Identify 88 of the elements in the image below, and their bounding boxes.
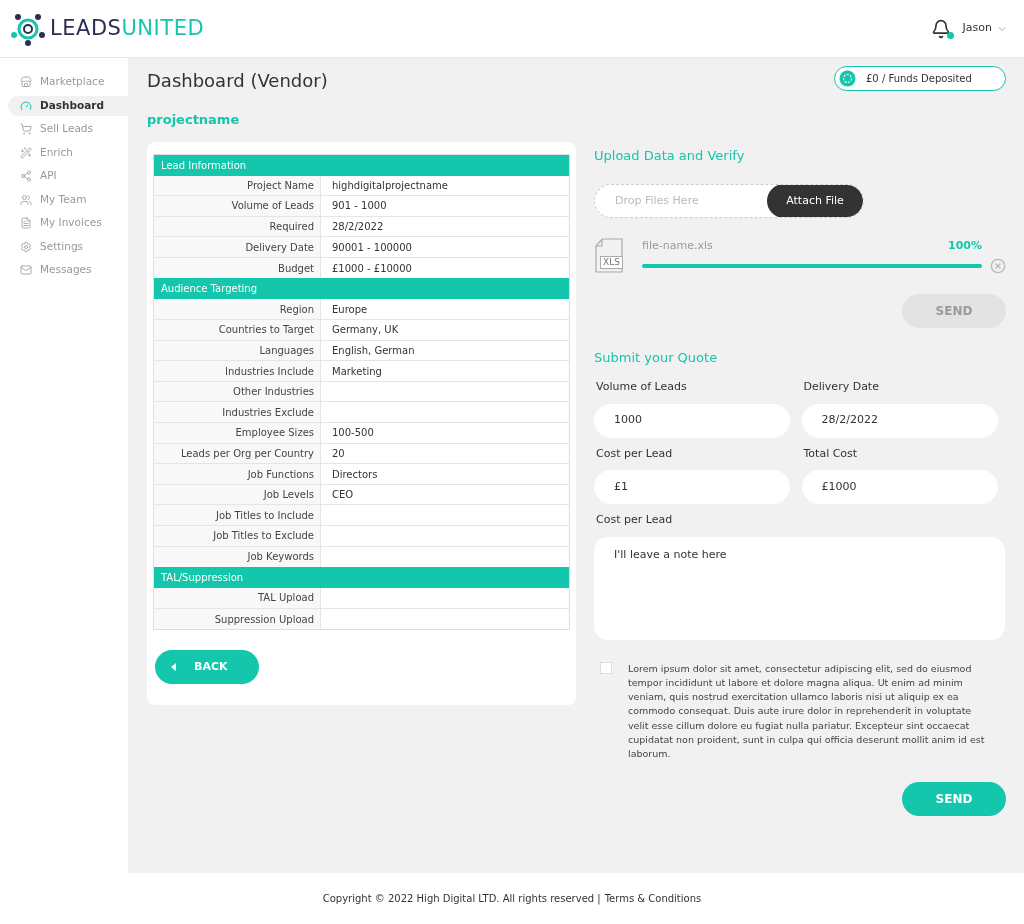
notification-bell-icon[interactable] (930, 18, 951, 39)
drop-files-field[interactable]: Drop Files Here Attach File (594, 184, 864, 218)
field-label: Job Titles to Exclude (154, 526, 321, 546)
left-triangle-icon (171, 663, 176, 672)
field-label: Leads per Org per Country (154, 443, 321, 464)
field-label: Suppression Upload (154, 608, 321, 630)
send-button[interactable]: SEND (902, 781, 1006, 816)
note-field[interactable]: I'll leave a note here (594, 536, 1005, 640)
field-label: Delivery Date (154, 237, 321, 257)
field-value: Directors (331, 467, 379, 482)
store-icon (20, 76, 32, 88)
field-label: Region (154, 299, 321, 320)
field-value: highdigitalprojectname (331, 178, 449, 193)
field-label: Required (154, 216, 321, 237)
field-label: Job Keywords (154, 546, 321, 568)
file-icon (594, 238, 624, 273)
sidebar-item[interactable]: API (8, 166, 128, 186)
funds-text: £0 / Funds Deposited (866, 72, 972, 86)
field-value: 100-500 (331, 426, 375, 441)
field-value: Europe (331, 302, 369, 317)
share-icon (20, 170, 32, 182)
field-label: Job Functions (154, 464, 321, 484)
field-label: Job Levels (154, 484, 321, 505)
field-label: Volume of Leads (595, 379, 688, 395)
gauge-icon (20, 99, 32, 112)
upload-title: Upload Data and Verify (594, 146, 746, 165)
field-label: TAL Upload (154, 588, 321, 608)
field-label: Budget (154, 257, 321, 279)
file-type-label: XLS (600, 256, 623, 269)
attach-file-button[interactable]: Attach File (767, 185, 863, 217)
field-label: Languages (154, 340, 321, 361)
quote-title: Submit your Quote (594, 348, 719, 367)
back-button[interactable]: BACK (155, 650, 259, 685)
field-value: 20 (331, 446, 346, 461)
cart-icon (20, 123, 32, 135)
field-label: Project Name (154, 175, 321, 196)
field-value: CEO (331, 488, 355, 503)
field-label: Industries Exclude (154, 402, 321, 423)
field-label: Cost per Lead (595, 512, 674, 528)
field-value: Marketing (331, 364, 383, 379)
field-value: English, German (331, 343, 416, 358)
sidebar-item[interactable]: Messages (8, 260, 128, 280)
document-icon (20, 217, 32, 229)
field-label: Delivery Date (802, 379, 880, 395)
copyright-text: Copyright © 2022 High Digital LTD. All rights reserved | (322, 892, 601, 906)
field-value: 901 - 1000 (331, 199, 388, 214)
section-header: Audience Targeting (154, 278, 569, 300)
terms-text: Lorem ipsum dolor sit amet, consectetur adipiscing elit, sed do eiusmod tempor incididunt ut labore et dolore magna aliqua. Ut enim ad minim veniam, quis nostrud exercitation ullamco laboris nisi ut aliquip ex ea commodo consequat. Duis aute irure dolor in reprehenderit in voluptate velit esse cillum dolore eu fugiat nulla pariatur. Excepteur sint occaecat cupidatat non proident, sunt in culpa qui officia deserunt mollit anim id est laborum. (628, 661, 986, 762)
field-label: Employee Sizes (154, 423, 321, 443)
field-value: 28/2/2022 (331, 220, 385, 234)
upload-percent: 100% (948, 238, 982, 254)
input-field[interactable]: £1000 (801, 470, 998, 504)
section-header: Lead Information (154, 154, 569, 176)
project-name: projectname (147, 111, 241, 129)
field-label: Countries to Target (154, 320, 321, 340)
user-menu[interactable]: Jason (962, 20, 1008, 37)
input-field[interactable]: 28/2/2022 (801, 403, 998, 438)
sidebar-item[interactable]: My Team (8, 189, 128, 210)
sidebar-item[interactable]: Settings (8, 236, 128, 257)
sidebar-item[interactable]: Enrich (8, 142, 128, 163)
field-value: £1000 - £10000 (331, 261, 413, 276)
terms-link[interactable]: Terms & Conditions (604, 891, 702, 906)
field-label: Industries Include (154, 361, 321, 381)
field-value: Germany, UK (331, 323, 400, 338)
terms-checkbox[interactable] (600, 661, 612, 674)
field-label: Cost per Lead (595, 445, 674, 462)
drop-files-placeholder: Drop Files Here (614, 192, 700, 209)
wand-icon (20, 146, 32, 159)
field-value: 90001 - 100000 (331, 240, 413, 255)
field-label: Job Titles to Include (154, 505, 321, 525)
sidebar-item[interactable]: Marketplace (8, 72, 128, 92)
close-icon[interactable] (990, 257, 1006, 274)
input-field[interactable]: 1000 (594, 403, 790, 438)
field-label: Volume of Leads (154, 196, 321, 216)
mail-icon (20, 264, 32, 276)
sidebar-item[interactable]: Sell Leads (8, 119, 128, 139)
logo-text: LEADSUNITED (50, 14, 205, 42)
settings-icon (20, 240, 32, 253)
sidebar-item[interactable]: Dashboard (8, 95, 128, 116)
sidebar-item[interactable]: My Invoices (8, 213, 128, 233)
file-name: file-name.xls (642, 238, 713, 254)
field-label: Other Industries (154, 381, 321, 402)
page-title: Dashboard (Vendor) (147, 69, 328, 93)
section-header: TAL/Suppression (154, 567, 569, 589)
field-label: Total Cost (802, 445, 859, 462)
coin-icon (839, 70, 856, 87)
input-field[interactable]: £1 (594, 470, 790, 504)
team-icon (20, 193, 32, 206)
